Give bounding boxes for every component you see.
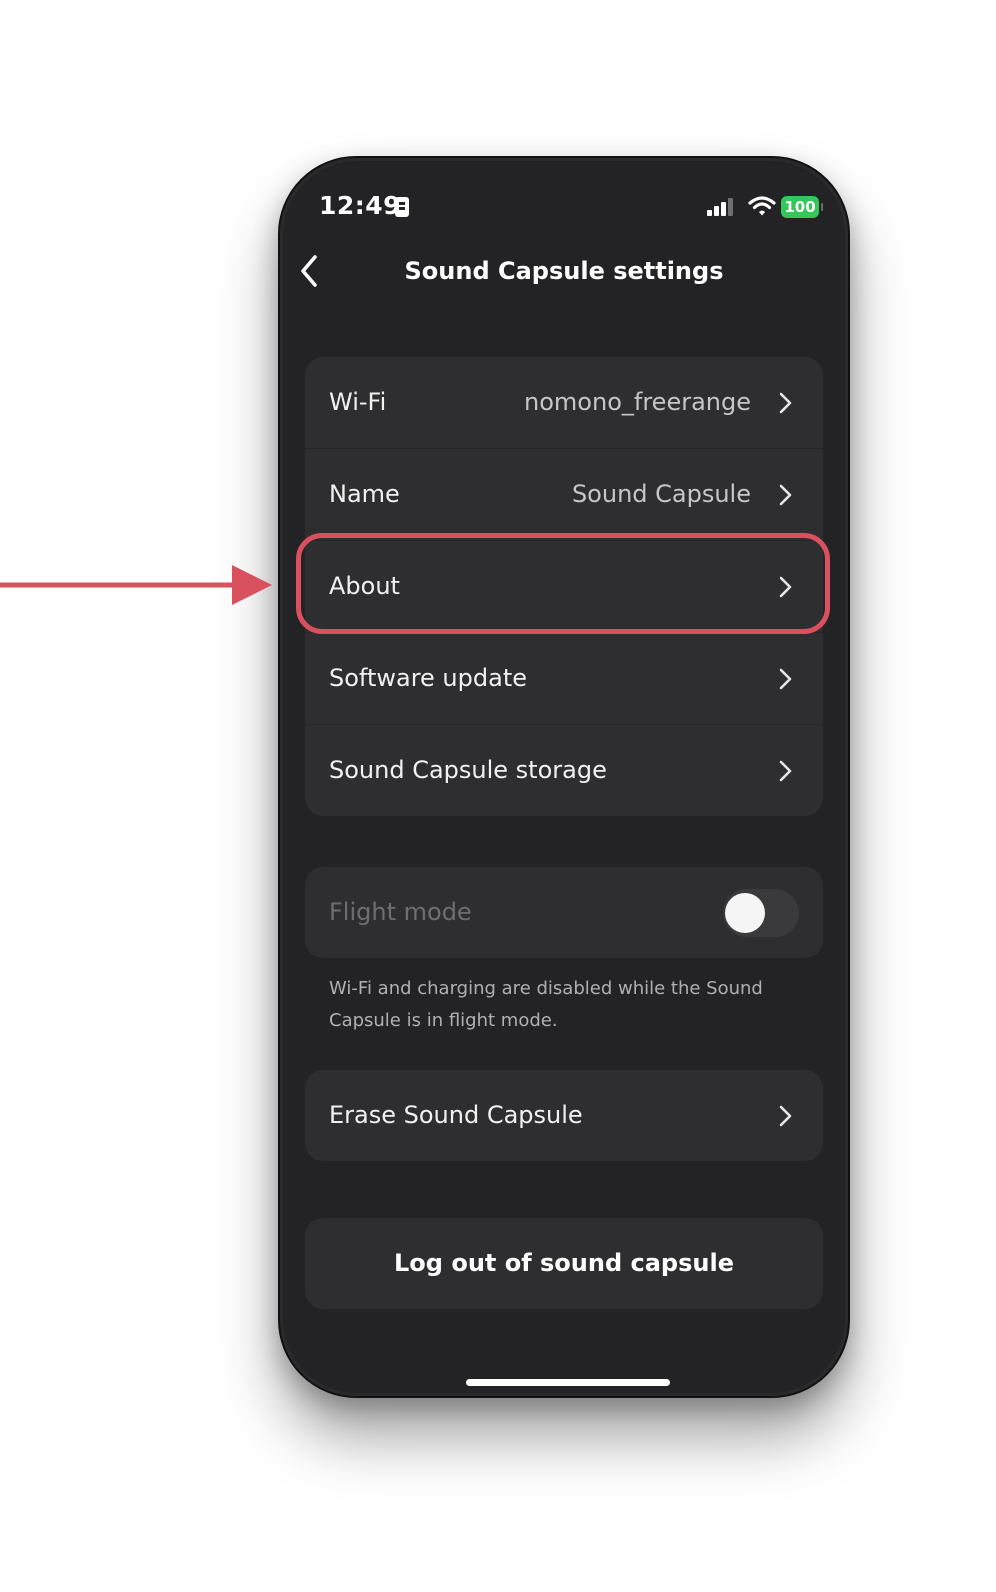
flight-mode-label: Flight mode — [329, 898, 472, 926]
chevron-right-icon — [779, 760, 792, 782]
chevron-right-icon — [779, 1105, 792, 1127]
flight-mode-group: Flight mode — [305, 867, 823, 958]
row-value: Sound Capsule — [571, 480, 751, 508]
row-label: Name — [329, 480, 400, 508]
page-title: Sound Capsule settings — [404, 257, 724, 285]
row-label: Software update — [329, 664, 527, 692]
battery-icon: 100 — [781, 196, 823, 218]
home-indicator — [466, 1379, 670, 1386]
flight-mode-toggle[interactable] — [723, 889, 799, 937]
row-label: Sound Capsule storage — [329, 756, 607, 784]
erase-group: Erase Sound Capsule — [305, 1070, 823, 1161]
app-screen: 12:49 100 Sound Capsule settings Wi-Fi n… — [283, 161, 845, 1393]
logout-button[interactable]: Log out of sound capsule — [305, 1218, 823, 1309]
chevron-right-icon — [779, 668, 792, 690]
about-highlight-box — [296, 533, 830, 634]
chevron-right-icon — [779, 392, 792, 414]
wifi-icon — [748, 196, 776, 216]
erase-row[interactable]: Erase Sound Capsule — [305, 1070, 823, 1161]
flight-mode-row: Flight mode — [305, 867, 823, 958]
pointer-arrow-icon — [0, 565, 272, 605]
row-label: Wi-Fi — [329, 388, 387, 416]
flight-mode-note: Wi-Fi and charging are disabled while th… — [329, 978, 763, 1031]
settings-row-storage[interactable]: Sound Capsule storage — [305, 725, 823, 816]
status-time: 12:49 — [319, 191, 402, 220]
settings-row-name[interactable]: Name Sound Capsule — [305, 449, 823, 541]
chevron-right-icon — [779, 484, 792, 506]
status-bar: 12:49 100 — [283, 161, 845, 231]
cellular-signal-icon — [707, 198, 737, 216]
settings-row-wifi[interactable]: Wi-Fi nomono_freerange — [305, 357, 823, 449]
toggle-knob — [725, 893, 765, 933]
row-label: Erase Sound Capsule — [329, 1101, 583, 1129]
settings-row-software-update[interactable]: Software update — [305, 633, 823, 725]
nav-bar: Sound Capsule settings — [283, 251, 845, 291]
sim-icon — [395, 197, 409, 217]
row-value: nomono_freerange — [524, 388, 751, 416]
phone-frame: 12:49 100 Sound Capsule settings Wi-Fi n… — [278, 156, 850, 1398]
